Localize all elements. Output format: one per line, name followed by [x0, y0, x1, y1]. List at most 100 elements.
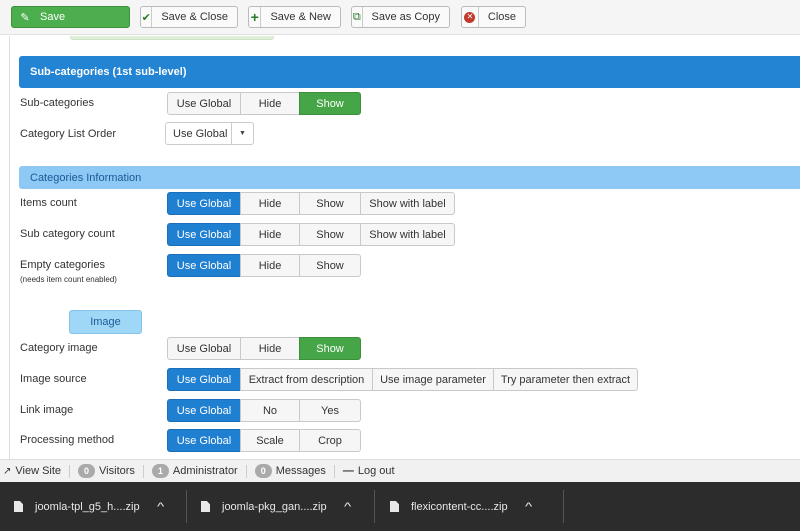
subcategories-toggle: Use Global Hide Show — [167, 92, 361, 115]
toolbar: ✎ Save ✔ Save & Close + Save & New ⧉ Sav… — [0, 0, 800, 35]
items-count-show[interactable]: Show — [299, 192, 361, 215]
image-source-parameter[interactable]: Use image parameter — [372, 368, 494, 391]
subcategories-hide[interactable]: Hide — [240, 92, 300, 115]
label-items-count: Items count — [20, 197, 77, 209]
label-image-source: Image source — [20, 373, 87, 385]
label-link-image: Link image — [20, 404, 74, 416]
items-count-use-global[interactable]: Use Global — [167, 192, 241, 215]
label-sub-category-count: Sub category count — [20, 228, 115, 240]
visitors-label: Visitors — [99, 465, 135, 477]
items-count-hide[interactable]: Hide — [240, 192, 300, 215]
category-list-order-select[interactable]: Use Global ▼ — [165, 122, 254, 145]
caret-down-icon: ▼ — [231, 123, 253, 144]
download-filename: joomla-tpl_g5_h....zip — [35, 500, 140, 513]
section-header-categories-info: Categories Information — [19, 166, 800, 189]
messages-label: Messages — [275, 465, 326, 477]
status-bar: ↗ View Site 0 Visitors 1 Administrator 0… — [0, 459, 800, 482]
link-image-use-global[interactable]: Use Global — [167, 399, 241, 422]
file-icon — [201, 501, 210, 512]
save-button[interactable]: ✎ Save — [11, 6, 130, 28]
label-subcategories: Sub-categories — [20, 97, 94, 109]
select-value: Use Global — [173, 127, 228, 140]
processing-method-scale[interactable]: Scale — [240, 429, 300, 452]
visitors-indicator[interactable]: 0 Visitors — [70, 460, 143, 483]
copy-icon: ⧉ — [352, 7, 363, 27]
message-remnant — [70, 36, 274, 40]
admin-label: Administrator — [172, 465, 238, 477]
sub-category-count-toggle: Use Global Hide Show Show with label — [167, 223, 455, 246]
image-source-toggle: Use Global Extract from description Use … — [167, 368, 638, 391]
save-copy-button[interactable]: ⧉ Save as Copy — [351, 6, 450, 28]
close-button[interactable]: ✕ Close — [461, 6, 526, 28]
empty-categories-hide[interactable]: Hide — [240, 254, 300, 277]
downloads-bar: joomla-tpl_g5_h....zip ^ joomla-pkg_gan.… — [0, 482, 800, 531]
view-site-label: View Site — [15, 465, 62, 477]
empty-categories-label: Empty categories — [20, 259, 105, 271]
sub-category-count-hide[interactable]: Hide — [240, 223, 300, 246]
image-source-extract[interactable]: Extract from description — [240, 368, 373, 391]
divider — [9, 36, 10, 459]
divider — [374, 490, 375, 523]
divider — [186, 490, 187, 523]
messages-badge: 0 — [254, 464, 272, 478]
download-item[interactable]: joomla-tpl_g5_h....zip ^ — [14, 482, 164, 531]
label-category-image: Category image — [20, 342, 98, 354]
image-source-use-global[interactable]: Use Global — [167, 368, 241, 391]
label-category-list-order: Category List Order — [20, 128, 116, 140]
plus-icon: + — [249, 7, 262, 27]
download-item[interactable]: flexicontent-cc....zip ^ — [390, 482, 532, 531]
divider — [563, 490, 564, 523]
empty-categories-use-global[interactable]: Use Global — [167, 254, 241, 277]
label-empty-categories: Empty categories (needs item count enabl… — [20, 259, 117, 284]
content-area: Sub-categories (1st sub-level) Sub-categ… — [0, 36, 800, 459]
empty-categories-note: (needs item count enabled) — [20, 275, 117, 284]
processing-method-use-global[interactable]: Use Global — [167, 429, 241, 452]
check-icon: ✔ — [141, 7, 153, 27]
processing-method-crop[interactable]: Crop — [299, 429, 361, 452]
visitors-badge: 0 — [78, 464, 96, 478]
chevron-up-icon[interactable]: ^ — [525, 501, 532, 513]
subcategories-use-global[interactable]: Use Global — [167, 92, 241, 115]
file-icon — [390, 501, 399, 512]
close-icon: ✕ — [462, 7, 479, 27]
items-count-toggle: Use Global Hide Show Show with label — [167, 192, 455, 215]
minus-icon: — — [342, 465, 354, 477]
empty-categories-show[interactable]: Show — [299, 254, 361, 277]
external-link-icon: ↗ — [3, 465, 12, 477]
save-close-button[interactable]: ✔ Save & Close — [140, 6, 238, 28]
section-title: Image — [90, 316, 121, 328]
edit-icon: ✎ — [20, 11, 30, 24]
category-image-toggle: Use Global Hide Show — [167, 337, 361, 360]
logout-label: Log out — [357, 465, 395, 477]
link-image-yes[interactable]: Yes — [299, 399, 361, 422]
administrator-indicator[interactable]: 1 Administrator — [144, 460, 246, 483]
label-processing-method: Processing method — [20, 434, 115, 446]
subcategories-show[interactable]: Show — [299, 92, 361, 115]
sub-category-count-show[interactable]: Show — [299, 223, 361, 246]
admin-badge: 1 — [151, 464, 169, 478]
save-new-button[interactable]: + Save & New — [248, 6, 341, 28]
sub-category-count-show-with-label[interactable]: Show with label — [360, 223, 455, 246]
download-item[interactable]: joomla-pkg_gan....zip ^ — [201, 482, 351, 531]
image-source-try-parameter[interactable]: Try parameter then extract — [493, 368, 638, 391]
processing-method-toggle: Use Global Scale Crop — [167, 429, 361, 452]
category-image-show[interactable]: Show — [299, 337, 361, 360]
sub-category-count-use-global[interactable]: Use Global — [167, 223, 241, 246]
section-header-image: Image — [69, 310, 142, 334]
section-title: Sub-categories (1st sub-level) — [30, 66, 187, 78]
messages-indicator[interactable]: 0 Messages — [247, 460, 334, 483]
link-image-no[interactable]: No — [240, 399, 300, 422]
link-image-toggle: Use Global No Yes — [167, 399, 361, 422]
section-title: Categories Information — [30, 171, 142, 184]
logout-link[interactable]: — Log out — [335, 460, 403, 483]
chevron-up-icon[interactable]: ^ — [157, 501, 164, 513]
empty-categories-toggle: Use Global Hide Show — [167, 254, 361, 277]
view-site-link[interactable]: ↗ View Site — [0, 460, 69, 483]
section-header-subcategories: Sub-categories (1st sub-level) — [19, 56, 800, 88]
download-filename: joomla-pkg_gan....zip — [222, 500, 327, 513]
category-image-use-global[interactable]: Use Global — [167, 337, 241, 360]
category-image-hide[interactable]: Hide — [240, 337, 300, 360]
chevron-up-icon[interactable]: ^ — [344, 501, 351, 513]
download-filename: flexicontent-cc....zip — [411, 500, 508, 513]
items-count-show-with-label[interactable]: Show with label — [360, 192, 455, 215]
